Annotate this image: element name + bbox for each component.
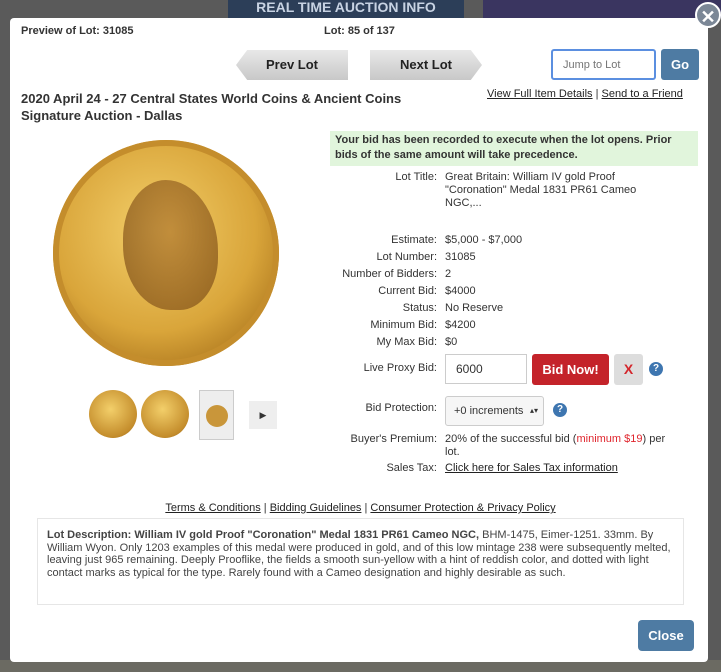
detail-value: Great Britain: William IV gold Proof "Co… xyxy=(445,171,637,209)
separator: | xyxy=(595,88,599,100)
thumbnail-slab[interactable] xyxy=(199,390,234,440)
thumbnail-angle[interactable] xyxy=(141,390,189,438)
bidding-guidelines-link[interactable]: Bidding Guidelines xyxy=(270,502,362,514)
play-icon[interactable]: ▶ xyxy=(249,401,277,429)
background-banner: REAL TIME AUCTION INFO xyxy=(228,0,464,18)
detail-label: Status: xyxy=(402,302,437,314)
detail-value: 31085 xyxy=(445,251,476,263)
lot-position: Lot: 85 of 137 xyxy=(324,25,395,37)
detail-label: Current Bid: xyxy=(378,285,437,297)
separator: | xyxy=(364,502,368,514)
clear-bid-button[interactable]: X xyxy=(614,354,643,385)
detail-value: $5,000 - $7,000 xyxy=(445,234,523,246)
chevron-updown-icon: ▴▾ xyxy=(529,406,538,415)
detail-label: Lot Title: xyxy=(395,171,437,183)
detail-value: No Reserve xyxy=(445,302,504,314)
detail-value: $0 xyxy=(445,336,458,348)
help-icon[interactable]: ? xyxy=(553,403,567,417)
next-lot-button[interactable]: Next Lot xyxy=(370,50,482,80)
close-icon[interactable]: ✕ xyxy=(695,2,721,28)
detail-label: Lot Number: xyxy=(376,251,437,263)
bid-protection-label: Bid Protection: xyxy=(365,402,437,414)
bid-notice: Your bid has been recorded to execute wh… xyxy=(330,131,698,166)
coin-portrait xyxy=(123,180,218,310)
view-full-details-link[interactable]: View Full Item Details xyxy=(487,88,593,100)
coin-image[interactable] xyxy=(53,140,279,366)
preview-lot-label: Preview of Lot: 31085 xyxy=(21,25,134,37)
detail-label: Estimate: xyxy=(391,234,437,246)
bid-now-button[interactable]: Bid Now! xyxy=(532,354,609,385)
detail-value: $4200 xyxy=(445,319,476,331)
go-button[interactable]: Go xyxy=(661,49,699,80)
thumbnail-obverse[interactable] xyxy=(89,390,137,438)
help-icon[interactable]: ? xyxy=(649,362,663,376)
prev-lot-button[interactable]: Prev Lot xyxy=(236,50,348,80)
bid-protection-select[interactable]: +0 increments ▴▾ xyxy=(445,396,544,426)
detail-value: $4000 xyxy=(445,285,476,297)
proxy-bid-label: Live Proxy Bid: xyxy=(363,362,437,374)
background-ad xyxy=(483,0,721,18)
item-links: View Full Item Details | Send to a Frien… xyxy=(487,88,683,100)
close-button[interactable]: Close xyxy=(638,620,694,651)
detail-label: Minimum Bid: xyxy=(370,319,437,331)
jump-to-lot-input[interactable] xyxy=(551,49,656,80)
buyers-premium-label: Buyer's Premium: xyxy=(350,433,437,445)
lot-description: Lot Description: William IV gold Proof "… xyxy=(37,518,684,605)
send-to-friend-link[interactable]: Send to a Friend xyxy=(602,88,683,100)
detail-value: 2 xyxy=(445,268,452,280)
sales-tax-label: Sales Tax: xyxy=(386,462,437,474)
detail-label: My Max Bid: xyxy=(376,336,437,348)
sales-tax-link[interactable]: Click here for Sales Tax information xyxy=(445,462,670,475)
separator: | xyxy=(263,502,267,514)
privacy-policy-link[interactable]: Consumer Protection & Privacy Policy xyxy=(370,502,555,514)
terms-link[interactable]: Terms & Conditions xyxy=(165,502,260,514)
footer-links: Terms & Conditions | Bidding Guidelines … xyxy=(0,502,721,514)
buyers-premium-value: 20% of the successful bid (minimum $19) … xyxy=(445,433,666,458)
proxy-bid-input[interactable]: 6000 xyxy=(445,354,527,384)
bid-protection-value: +0 increments xyxy=(454,405,524,417)
auction-title: 2020 April 24 - 27 Central States World … xyxy=(21,91,402,123)
detail-label: Number of Bidders: xyxy=(342,268,437,280)
